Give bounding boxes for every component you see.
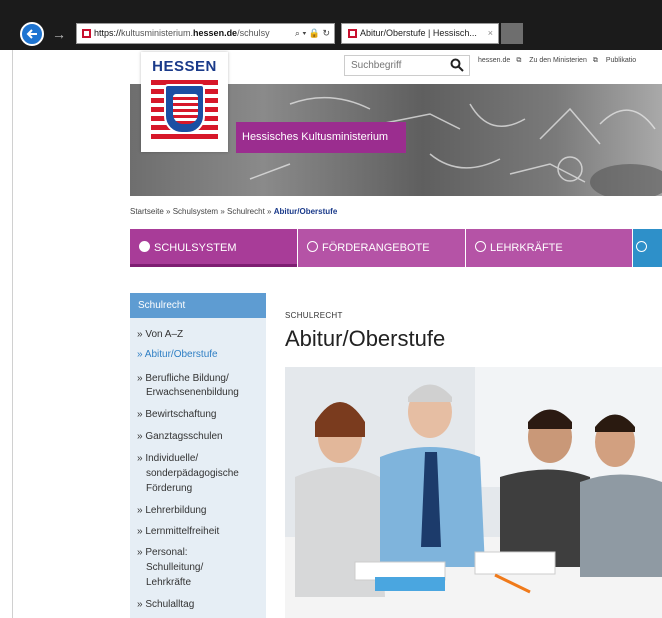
sidebar-item-lernmittelfreiheit[interactable]: » Lernmittelfreiheit — [137, 525, 262, 538]
browser-chrome: → https://kultusministerium.hessen.de/sc… — [0, 0, 662, 50]
nav-label: LEHRKRÄFTE — [490, 242, 563, 254]
nav-label: FÖRDERANGEBOTE — [322, 242, 430, 254]
sidebar-item-bewirtschaftung[interactable]: » Bewirtschaftung — [137, 408, 262, 421]
address-url: https://kultusministerium.hessen.de/schu… — [94, 28, 270, 38]
main-navigation: SCHULSYSTEM FÖRDERANGEBOTE LEHRKRÄFTE — [130, 229, 662, 267]
sidebar-item-schulalltag[interactable]: » Schulalltag — [137, 598, 262, 611]
nav-foerderangebote[interactable]: FÖRDERANGEBOTE — [298, 229, 465, 267]
tab-close-icon[interactable]: × — [488, 24, 493, 43]
top-link-ministerien[interactable]: Zu den Ministerien — [529, 57, 587, 64]
tab-title: Abitur/Oberstufe | Hessisch... — [360, 28, 477, 38]
hessen-logo[interactable]: HESSEN — [141, 52, 228, 152]
nav-schulsystem[interactable]: SCHULSYSTEM — [130, 229, 297, 267]
sidebar-item-von-a-z[interactable]: » Von A–Z — [137, 328, 262, 341]
sidebar-item-individuelle-cont2[interactable]: Förderung — [146, 482, 271, 495]
sidebar-item-personal[interactable]: » Personal: — [137, 546, 262, 559]
breadcrumb-separator: » — [267, 207, 272, 216]
breadcrumb-separator: » — [166, 207, 171, 216]
external-link-icon: ⧉ — [516, 57, 522, 64]
sidebar-item-lehrerbildung[interactable]: » Lehrerbildung — [137, 504, 262, 517]
search-icon[interactable] — [450, 58, 464, 72]
external-link-icon: ⧉ — [592, 57, 598, 64]
nav-label: SCHULSYSTEM — [154, 242, 237, 254]
back-button[interactable] — [20, 22, 44, 46]
breadcrumb-current: Abitur/Oberstufe — [273, 207, 338, 216]
sidebar-item-berufliche-bildung-cont[interactable]: Erwachsenenbildung — [146, 386, 271, 399]
nav-lehrkraefte[interactable]: LEHRKRÄFTE — [466, 229, 632, 267]
breadcrumb-schulsystem[interactable]: Schulsystem — [173, 207, 218, 216]
new-tab-button[interactable] — [501, 23, 523, 44]
sidebar-item-personal-cont2[interactable]: Lehrkräfte — [146, 576, 271, 589]
nav-item-cut-off[interactable] — [633, 229, 662, 267]
chevron-circle-icon — [307, 241, 318, 252]
top-link-hessen[interactable]: hessen.de — [478, 57, 510, 64]
sidebar-item-ganztagsschulen[interactable]: » Ganztagsschulen — [137, 430, 262, 443]
breadcrumb-separator: » — [220, 207, 225, 216]
chevron-circle-icon — [475, 241, 486, 252]
sidebar-item-berufliche-bildung[interactable]: » Berufliche Bildung/ — [137, 372, 262, 385]
content-photo — [285, 367, 662, 618]
tab-favicon-icon — [347, 28, 358, 39]
logo-text: HESSEN — [152, 58, 217, 75]
address-bar[interactable]: https://kultusministerium.hessen.de/schu… — [76, 23, 335, 44]
sidebar-item-abitur-oberstufe[interactable]: » Abitur/Oberstufe — [137, 348, 262, 361]
page-title: Abitur/Oberstufe — [285, 326, 446, 351]
forward-arrow-icon[interactable]: → — [52, 26, 70, 42]
sidebar-heading[interactable]: Schulrecht — [130, 293, 266, 318]
page-left-margin — [0, 50, 13, 618]
chevron-circle-icon — [636, 241, 647, 252]
arrow-left-icon — [26, 29, 37, 39]
browser-tab-active[interactable]: Abitur/Oberstufe | Hessisch... × — [341, 23, 499, 44]
sidebar-item-personal-cont[interactable]: Schulleitung/ — [146, 561, 271, 574]
content-kicker: SCHULRECHT — [285, 311, 343, 320]
breadcrumb-home[interactable]: Startseite — [130, 207, 164, 216]
ministry-label[interactable]: Hessisches Kultusministerium — [236, 122, 406, 153]
sidebar-item-individuelle-cont[interactable]: sonderpädagogische — [146, 467, 271, 480]
chevron-circle-icon — [139, 241, 150, 252]
site-favicon-icon — [81, 28, 92, 39]
lion-icon — [173, 94, 198, 124]
top-link-publikationen[interactable]: Publikatio — [606, 57, 636, 64]
sidebar-item-individuelle[interactable]: » Individuelle/ — [137, 452, 262, 465]
screenshot-root: → https://kultusministerium.hessen.de/sc… — [0, 0, 662, 618]
breadcrumb-schulrecht[interactable]: Schulrecht — [227, 207, 265, 216]
header-top-links: hessen.de ⧉ Zu den Ministerien ⧉ Publikati… — [478, 57, 642, 65]
breadcrumb: Startseite » Schulsystem » Schulrecht » … — [130, 207, 337, 216]
students-photo-graphic — [285, 367, 662, 618]
coat-of-arms-icon — [164, 84, 205, 134]
address-bar-icons[interactable]: ⌕ ▾ 🔒 ↻ — [295, 24, 330, 43]
